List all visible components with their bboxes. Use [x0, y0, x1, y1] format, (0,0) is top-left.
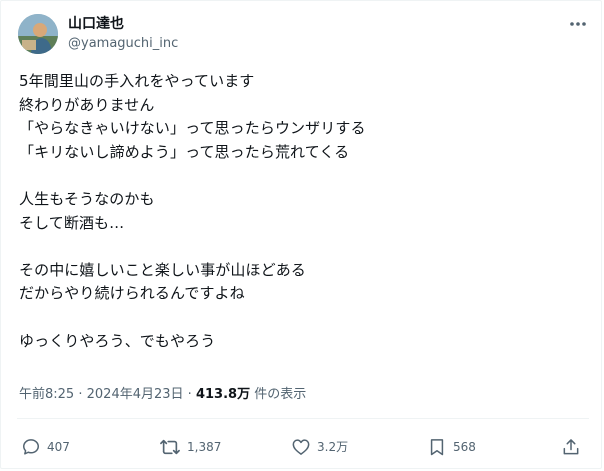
meta-separator: · [187, 387, 192, 402]
action-bar: 407 1,387 3.2万 568 [1, 434, 604, 460]
retweet-button[interactable]: 1,387 [159, 434, 221, 460]
more-horizontal-icon [570, 22, 586, 26]
tweet-line: 5年間里山の手入れをやっています [19, 72, 255, 90]
tweet-line: そして断酒も… [19, 213, 125, 232]
tweet-card: 山口達也 @yamaguchi_inc 5年間里山の手入れをやっています 終わり… [0, 0, 602, 469]
bookmark-count: 568 [453, 440, 476, 454]
like-count: 3.2万 [317, 440, 349, 454]
more-options-button[interactable] [565, 13, 591, 35]
like-button[interactable]: 3.2万 [291, 434, 348, 460]
tweet-text: 5年間里山の手入れをやっています 終わりがありません 「やらなきゃいけない」って… [19, 70, 589, 353]
share-icon [563, 439, 579, 455]
heart-icon [292, 439, 310, 455]
views-count: 413.8万 [195, 387, 251, 402]
tweet-meta: 午前8:25 · 2024年4月23日 · 413.8万 件の表示 [19, 386, 306, 404]
tweet-line: 人生もそうなのかも [19, 189, 155, 208]
tweet-line: ゆっくりやろう、でもやろう [19, 331, 216, 350]
reply-button[interactable]: 407 [21, 434, 70, 460]
views-label: 件の表示 [254, 387, 307, 402]
bookmark-icon [430, 439, 444, 456]
reply-icon [23, 439, 39, 455]
display-name[interactable]: 山口達也 [68, 15, 124, 33]
retweet-icon [160, 439, 180, 455]
meta-separator: · [78, 387, 83, 402]
avatar[interactable] [18, 14, 58, 54]
tweet-line: 終わりがありません [19, 95, 155, 114]
divider [17, 418, 589, 419]
tweet-time[interactable]: 午前8:25 [19, 387, 74, 402]
reply-count: 407 [47, 440, 70, 454]
tweet-date[interactable]: 2024年4月23日 [87, 387, 184, 402]
share-button[interactable] [561, 434, 581, 460]
user-handle[interactable]: @yamaguchi_inc [68, 35, 178, 53]
bookmark-button[interactable]: 568 [427, 434, 476, 460]
tweet-line: その中に嬉しいこと楽しい事が山ほどある [19, 260, 306, 279]
tweet-line: 「キリないし諦めよう」って思ったら荒れてくる [19, 142, 350, 161]
tweet-line: だからやり続けられるんですよね [19, 284, 245, 303]
avatar-photo [18, 14, 58, 54]
tweet-line: 「やらなきゃいけない」って思ったらウンザリする [19, 119, 366, 138]
retweet-count: 1,387 [187, 440, 222, 454]
